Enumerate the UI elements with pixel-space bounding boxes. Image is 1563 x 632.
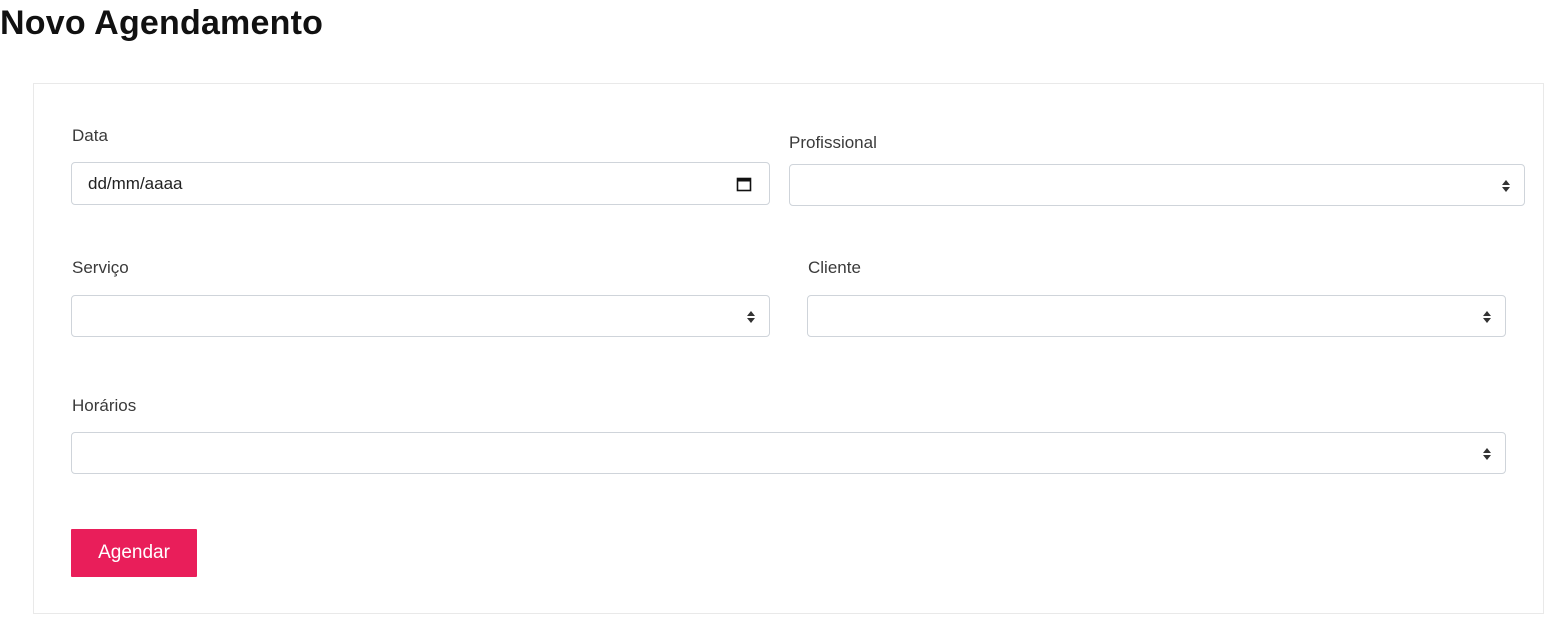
sort-icon [747,311,755,323]
servico-select[interactable] [71,295,770,337]
date-input[interactable]: dd/mm/aaaa [71,162,770,205]
sort-icon [1483,448,1491,460]
calendar-icon[interactable] [736,176,752,192]
cliente-label: Cliente [808,258,861,277]
profissional-select[interactable] [789,164,1525,206]
horarios-select[interactable] [71,432,1506,474]
date-input-placeholder: dd/mm/aaaa [88,174,183,193]
horarios-label: Horários [72,396,137,415]
profissional-label: Profissional [789,133,877,152]
sort-icon [1483,311,1491,323]
page-title: Novo Agendamento [0,4,324,42]
agendar-button[interactable]: Agendar [71,529,197,577]
sort-icon [1502,180,1510,192]
cliente-select[interactable] [807,295,1506,337]
data-label: Data [72,126,108,145]
servico-label: Serviço [72,258,129,277]
